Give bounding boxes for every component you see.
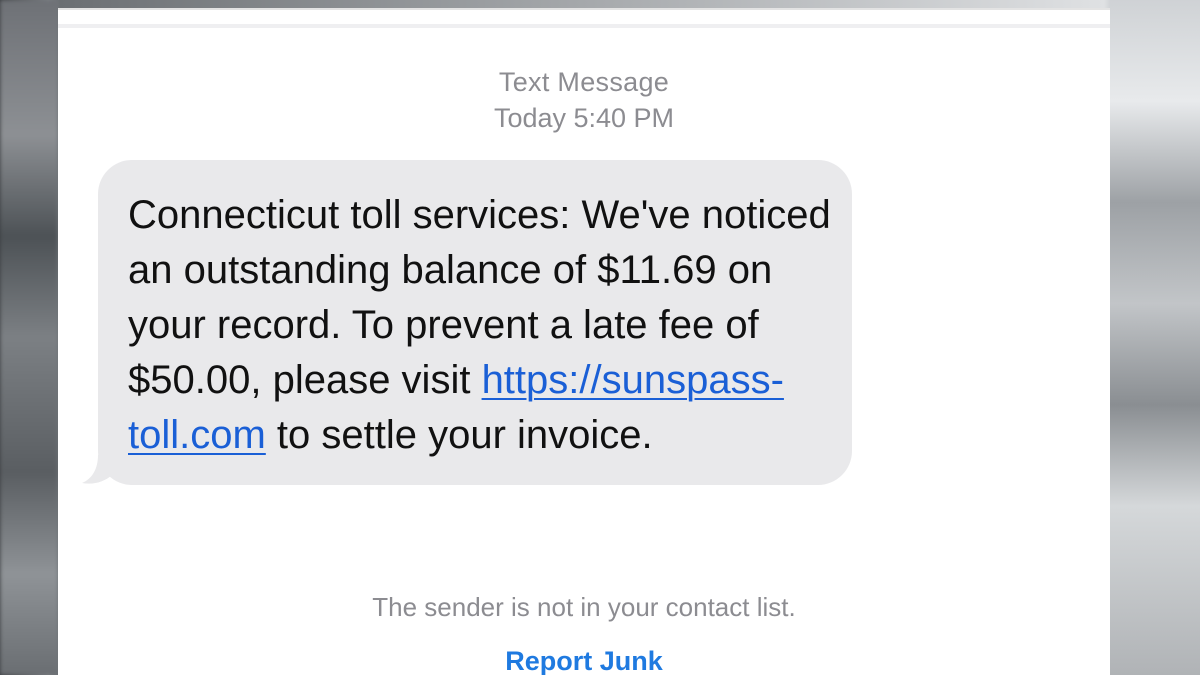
- message-bubble[interactable]: Connecticut toll services: We've noticed…: [82, 160, 852, 485]
- incoming-message: Connecticut toll services: We've noticed…: [82, 160, 852, 485]
- message-text-end: to settle your invoice.: [265, 413, 653, 457]
- conversation-header: Text Message Today 5:40 PM: [58, 64, 1110, 136]
- unknown-sender-notice: The sender is not in your contact list.: [372, 592, 796, 622]
- report-junk-button[interactable]: Report Junk: [58, 643, 1110, 675]
- message-timestamp: Today 5:40 PM: [493, 103, 675, 133]
- bubble-tail-icon: [82, 455, 122, 484]
- background-blur-right: [1110, 0, 1200, 675]
- message-service-label: Text Message: [498, 67, 670, 97]
- background-blur-left: [0, 0, 58, 675]
- message-screen: Text Message Today 5:40 PM Connecticut t…: [58, 8, 1110, 675]
